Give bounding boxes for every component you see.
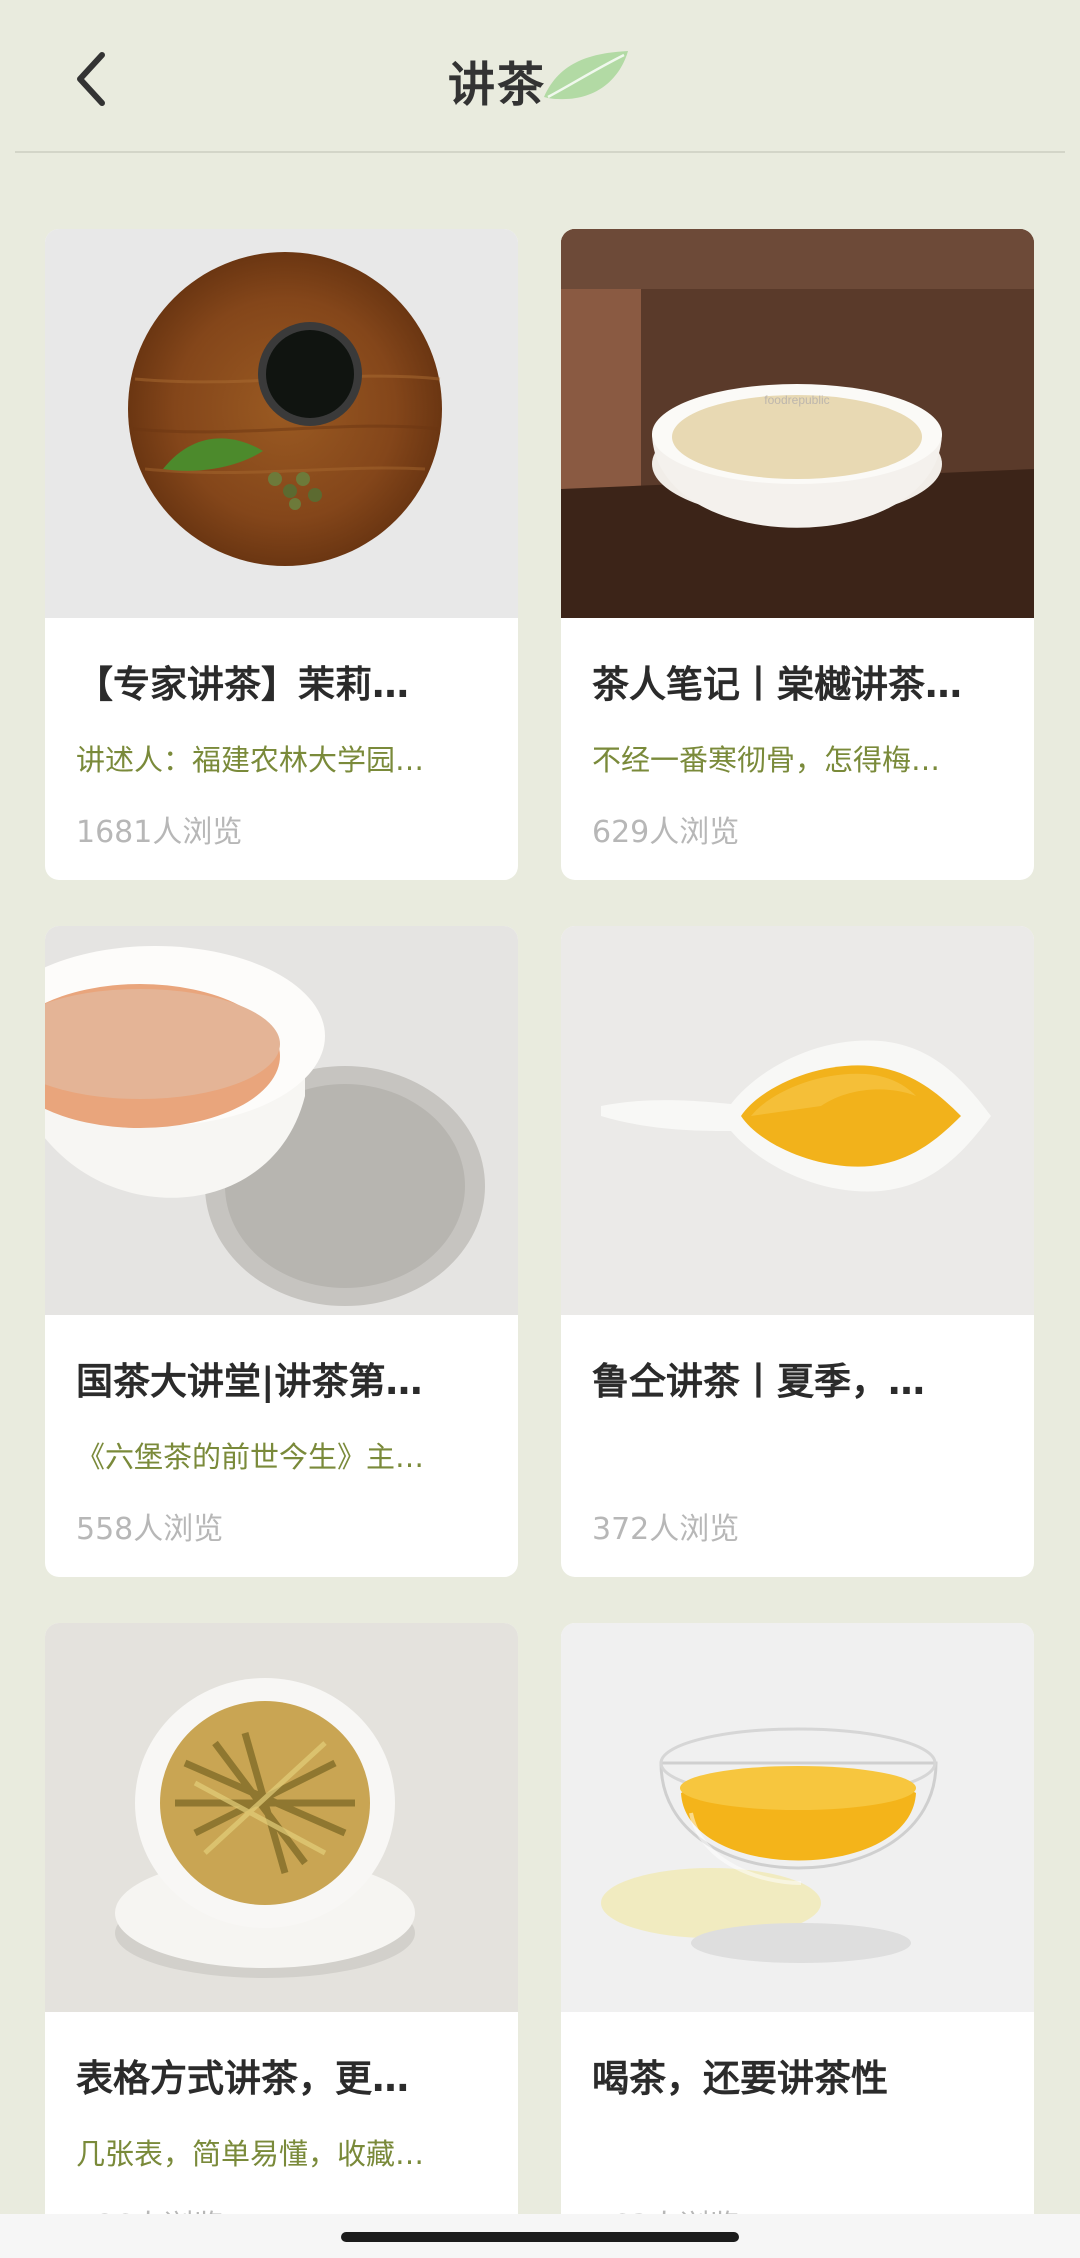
article-card[interactable]: 喝茶，还要讲茶性 763人浏览 <box>561 1623 1034 2258</box>
home-indicator[interactable] <box>341 2232 739 2242</box>
card-title: 茶人笔记丨棠樾讲茶… <box>592 663 962 706</box>
card-views: 629人浏览 <box>592 815 740 850</box>
title-area: 讲茶 <box>0 40 1080 120</box>
card-title: 鲁仝讲茶丨夏季，… <box>592 1360 925 1403</box>
article-card[interactable]: 【专家讲茶】茉莉… 讲述人：福建农林大学园… 1681人浏览 <box>45 229 518 880</box>
tea-cup-saucer-image <box>45 926 518 1315</box>
article-card[interactable]: foodrepublic 茶人笔记丨棠樾讲茶… 不经一番寒彻骨，怎得梅… 629… <box>561 229 1034 880</box>
card-description: 讲述人：福建农林大学园… <box>76 743 425 777</box>
header: 讲茶 <box>0 0 1080 153</box>
page-title: 讲茶 <box>448 57 546 113</box>
card-views: 1681人浏览 <box>76 815 243 850</box>
white-bowl-tea-image: foodrepublic <box>561 229 1034 618</box>
leaf-icon <box>544 51 628 100</box>
card-views: 372人浏览 <box>592 1512 740 1547</box>
card-title: 【专家讲茶】茉莉… <box>76 663 409 706</box>
tea-tray-cup-image <box>45 229 518 618</box>
article-grid: 【专家讲茶】茉莉… 讲述人：福建农林大学园… 1681人浏览 foodrepub… <box>45 229 1035 2258</box>
svg-text:foodrepublic: foodrepublic <box>764 393 829 407</box>
card-description: 《六堡茶的前世今生》主… <box>76 1440 425 1474</box>
tea-leaves-gaiwan-image <box>45 1623 518 2012</box>
article-card[interactable]: 国茶大讲堂|讲茶第… 《六堡茶的前世今生》主… 558人浏览 <box>45 926 518 1577</box>
article-card[interactable]: 表格方式讲茶，更… 几张表，简单易懂，收藏… 486人浏览 <box>45 1623 518 2258</box>
pitcher-amber-tea-image <box>561 926 1034 1315</box>
card-title: 国茶大讲堂|讲茶第… <box>76 1360 423 1403</box>
article-card[interactable]: 鲁仝讲茶丨夏季，… 372人浏览 <box>561 926 1034 1577</box>
card-description: 不经一番寒彻骨，怎得梅… <box>592 743 941 777</box>
header-divider <box>15 151 1065 153</box>
card-title: 表格方式讲茶，更… <box>76 2057 409 2100</box>
card-views: 558人浏览 <box>76 1512 224 1547</box>
glass-cup-tea-image <box>561 1623 1034 2012</box>
card-title: 喝茶，还要讲茶性 <box>592 2057 888 2100</box>
card-description: 几张表，简单易懂，收藏… <box>76 2137 425 2171</box>
